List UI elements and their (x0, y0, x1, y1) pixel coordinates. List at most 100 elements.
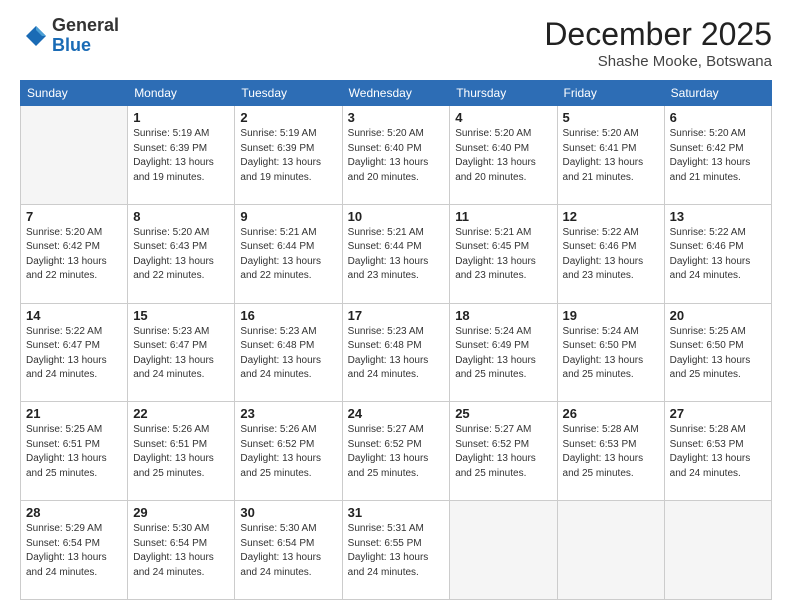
header: General Blue December 2025 Shashe Mooke,… (20, 16, 772, 70)
day-info: Sunrise: 5:25 AM Sunset: 6:50 PM Dayligh… (670, 325, 766, 383)
day-info: Sunrise: 5:20 AM Sunset: 6:41 PM Dayligh… (563, 127, 659, 185)
day-number: 27 (670, 406, 766, 421)
logo-text: General Blue (52, 16, 119, 56)
day-info: Sunrise: 5:23 AM Sunset: 6:47 PM Dayligh… (133, 325, 229, 383)
calendar-week-row: 21Sunrise: 5:25 AM Sunset: 6:51 PM Dayli… (21, 402, 772, 501)
title-block: December 2025 Shashe Mooke, Botswana (544, 16, 772, 70)
logo-blue: Blue (52, 36, 119, 56)
day-number: 18 (455, 308, 551, 323)
calendar-cell: 6Sunrise: 5:20 AM Sunset: 6:42 PM Daylig… (664, 106, 771, 205)
day-info: Sunrise: 5:19 AM Sunset: 6:39 PM Dayligh… (133, 127, 229, 185)
month-title: December 2025 (544, 16, 772, 53)
day-number: 7 (26, 209, 122, 224)
calendar-cell: 8Sunrise: 5:20 AM Sunset: 6:43 PM Daylig… (128, 204, 235, 303)
calendar-cell: 1 Sunrise: 5:19 AM Sunset: 6:39 PM Daylig… (128, 106, 235, 205)
day-info: Sunrise: 5:20 AM Sunset: 6:42 PM Dayligh… (26, 226, 122, 284)
day-number: 20 (670, 308, 766, 323)
day-info: Sunrise: 5:23 AM Sunset: 6:48 PM Dayligh… (348, 325, 445, 383)
day-number: 12 (563, 209, 659, 224)
day-info: Sunrise: 5:20 AM Sunset: 6:42 PM Dayligh… (670, 127, 766, 185)
weekday-header: Friday (557, 81, 664, 106)
day-number: 24 (348, 406, 445, 421)
calendar-cell: 9 Sunrise: 5:21 AM Sunset: 6:44 PM Daylig… (235, 204, 342, 303)
day-info: Sunrise: 5:20 AM Sunset: 6:40 PM Dayligh… (455, 127, 551, 185)
day-info: Sunrise: 5:25 AM Sunset: 6:51 PM Dayligh… (26, 423, 122, 481)
day-number: 4 (455, 110, 551, 125)
day-number: 8 (133, 209, 229, 224)
calendar-cell: 22 Sunrise: 5:26 AM Sunset: 6:51 PM Dayli… (128, 402, 235, 501)
day-info: Sunrise: 5:28 AM Sunset: 6:53 PM Dayligh… (670, 423, 766, 481)
calendar-week-row: 1 Sunrise: 5:19 AM Sunset: 6:39 PM Daylig… (21, 106, 772, 205)
location-subtitle: Shashe Mooke, Botswana (544, 53, 772, 70)
logo: General Blue (20, 16, 119, 56)
day-number: 1 (133, 110, 229, 125)
calendar-cell: 18 Sunrise: 5:24 AM Sunset: 6:49 PM Dayli… (450, 303, 557, 402)
day-info: Sunrise: 5:21 AM Sunset: 6:45 PM Dayligh… (455, 226, 551, 284)
day-number: 23 (240, 406, 336, 421)
day-info: Sunrise: 5:26 AM Sunset: 6:52 PM Dayligh… (240, 423, 336, 481)
day-info: Sunrise: 5:27 AM Sunset: 6:52 PM Dayligh… (348, 423, 445, 481)
calendar-cell: 27 Sunrise: 5:28 AM Sunset: 6:53 PM Dayli… (664, 402, 771, 501)
calendar-cell: 7 Sunrise: 5:20 AM Sunset: 6:42 PM Daylig… (21, 204, 128, 303)
day-info: Sunrise: 5:20 AM Sunset: 6:40 PM Dayligh… (348, 127, 445, 185)
day-info: Sunrise: 5:30 AM Sunset: 6:54 PM Dayligh… (240, 522, 336, 580)
day-info: Sunrise: 5:22 AM Sunset: 6:46 PM Dayligh… (670, 226, 766, 284)
calendar-cell: 31 Sunrise: 5:31 AM Sunset: 6:55 PM Dayli… (342, 501, 450, 600)
day-number: 17 (348, 308, 445, 323)
calendar-cell (557, 501, 664, 600)
calendar-cell (664, 501, 771, 600)
calendar-cell: 11Sunrise: 5:21 AM Sunset: 6:45 PM Dayli… (450, 204, 557, 303)
day-info: Sunrise: 5:24 AM Sunset: 6:49 PM Dayligh… (455, 325, 551, 383)
day-info: Sunrise: 5:26 AM Sunset: 6:51 PM Dayligh… (133, 423, 229, 481)
calendar-cell: 23 Sunrise: 5:26 AM Sunset: 6:52 PM Dayli… (235, 402, 342, 501)
calendar-cell: 16Sunrise: 5:23 AM Sunset: 6:48 PM Dayli… (235, 303, 342, 402)
calendar-cell: 5Sunrise: 5:20 AM Sunset: 6:41 PM Daylig… (557, 106, 664, 205)
calendar-week-row: 28Sunrise: 5:29 AM Sunset: 6:54 PM Dayli… (21, 501, 772, 600)
day-number: 19 (563, 308, 659, 323)
calendar-cell: 28Sunrise: 5:29 AM Sunset: 6:54 PM Dayli… (21, 501, 128, 600)
weekday-header: Sunday (21, 81, 128, 106)
weekday-header: Thursday (450, 81, 557, 106)
day-info: Sunrise: 5:22 AM Sunset: 6:47 PM Dayligh… (26, 325, 122, 383)
calendar-week-row: 7 Sunrise: 5:20 AM Sunset: 6:42 PM Daylig… (21, 204, 772, 303)
calendar-cell: 4 Sunrise: 5:20 AM Sunset: 6:40 PM Daylig… (450, 106, 557, 205)
calendar-cell: 30Sunrise: 5:30 AM Sunset: 6:54 PM Dayli… (235, 501, 342, 600)
day-number: 22 (133, 406, 229, 421)
calendar-cell: 21Sunrise: 5:25 AM Sunset: 6:51 PM Dayli… (21, 402, 128, 501)
calendar-cell: 12 Sunrise: 5:22 AM Sunset: 6:46 PM Dayli… (557, 204, 664, 303)
day-number: 2 (240, 110, 336, 125)
calendar-cell: 24 Sunrise: 5:27 AM Sunset: 6:52 PM Dayli… (342, 402, 450, 501)
calendar-cell: 20 Sunrise: 5:25 AM Sunset: 6:50 PM Dayli… (664, 303, 771, 402)
calendar-cell: 25Sunrise: 5:27 AM Sunset: 6:52 PM Dayli… (450, 402, 557, 501)
day-number: 10 (348, 209, 445, 224)
day-info: Sunrise: 5:31 AM Sunset: 6:55 PM Dayligh… (348, 522, 445, 580)
calendar-cell: 15Sunrise: 5:23 AM Sunset: 6:47 PM Dayli… (128, 303, 235, 402)
day-info: Sunrise: 5:24 AM Sunset: 6:50 PM Dayligh… (563, 325, 659, 383)
day-number: 16 (240, 308, 336, 323)
day-info: Sunrise: 5:21 AM Sunset: 6:44 PM Dayligh… (240, 226, 336, 284)
calendar-cell: 17 Sunrise: 5:23 AM Sunset: 6:48 PM Dayli… (342, 303, 450, 402)
weekday-header: Monday (128, 81, 235, 106)
weekday-header: Tuesday (235, 81, 342, 106)
day-number: 26 (563, 406, 659, 421)
day-number: 13 (670, 209, 766, 224)
calendar-cell: 29Sunrise: 5:30 AM Sunset: 6:54 PM Dayli… (128, 501, 235, 600)
weekday-header: Wednesday (342, 81, 450, 106)
calendar-cell (450, 501, 557, 600)
day-number: 31 (348, 505, 445, 520)
day-number: 28 (26, 505, 122, 520)
day-number: 29 (133, 505, 229, 520)
logo-icon (20, 22, 48, 50)
calendar-cell (21, 106, 128, 205)
calendar-table: SundayMondayTuesdayWednesdayThursdayFrid… (20, 80, 772, 600)
day-info: Sunrise: 5:28 AM Sunset: 6:53 PM Dayligh… (563, 423, 659, 481)
day-number: 25 (455, 406, 551, 421)
calendar-cell: 10 Sunrise: 5:21 AM Sunset: 6:44 PM Dayli… (342, 204, 450, 303)
calendar-cell: 14Sunrise: 5:22 AM Sunset: 6:47 PM Dayli… (21, 303, 128, 402)
calendar-cell: 19 Sunrise: 5:24 AM Sunset: 6:50 PM Dayli… (557, 303, 664, 402)
day-info: Sunrise: 5:21 AM Sunset: 6:44 PM Dayligh… (348, 226, 445, 284)
day-number: 9 (240, 209, 336, 224)
calendar-cell: 13 Sunrise: 5:22 AM Sunset: 6:46 PM Dayli… (664, 204, 771, 303)
day-info: Sunrise: 5:22 AM Sunset: 6:46 PM Dayligh… (563, 226, 659, 284)
weekday-header: Saturday (664, 81, 771, 106)
